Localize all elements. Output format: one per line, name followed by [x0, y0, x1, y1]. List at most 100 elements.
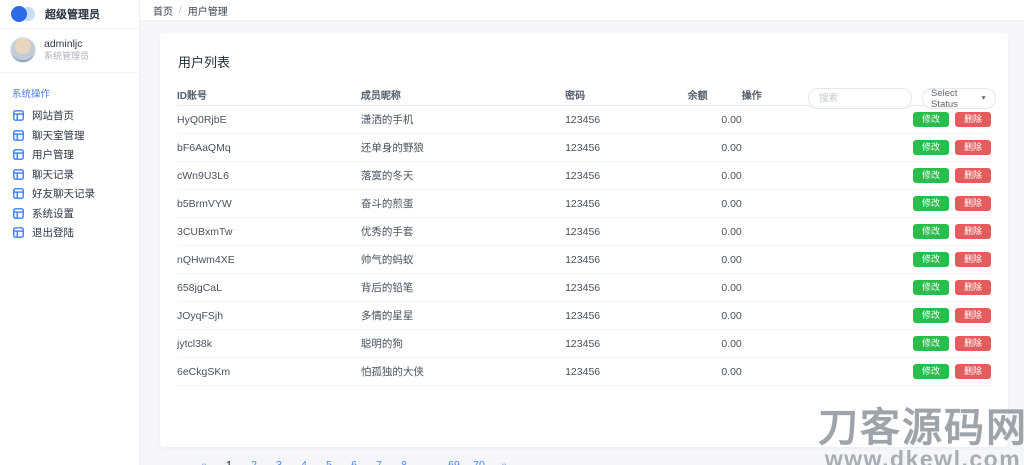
delete-button[interactable]: 删除 [955, 336, 991, 352]
cell-nickname: 落寞的冬天 [361, 162, 565, 190]
cell-password: 123456 [565, 274, 688, 302]
cell-id: 3CUBxmTw [177, 218, 361, 246]
edit-button[interactable]: 修改 [913, 196, 949, 212]
edit-button[interactable]: 修改 [913, 308, 949, 324]
edit-button[interactable]: 修改 [913, 280, 949, 296]
cell-nickname: 潇洒的手机 [361, 106, 565, 134]
delete-button[interactable]: 删除 [955, 112, 991, 128]
table-row: 658jgCaL背后的铅笔1234560.00修改删除 [177, 274, 991, 302]
delete-button[interactable]: 删除 [955, 196, 991, 212]
cell-actions: 修改删除 [742, 302, 991, 330]
cell-nickname: 奋斗的煎蛋 [361, 190, 565, 218]
breadcrumb-home[interactable]: 首页 [153, 3, 173, 18]
page-item-4[interactable]: 4 [293, 457, 315, 465]
cell-password: 123456 [565, 218, 688, 246]
page-item-3[interactable]: 3 [268, 457, 290, 465]
table-row: 6eCkgSKm怕孤独的大侠1234560.00修改删除 [177, 358, 991, 386]
table-row: cWn9U3L6落寞的冬天1234560.00修改删除 [177, 162, 991, 190]
page-item-5[interactable]: 5 [318, 457, 340, 465]
cell-nickname: 聪明的狗 [361, 330, 565, 358]
table-row: b5BrmVYW奋斗的煎蛋1234560.00修改删除 [177, 190, 991, 218]
page-item-2[interactable]: 2 [243, 457, 265, 465]
avatar[interactable] [10, 37, 36, 63]
header-balance: 余额 [688, 83, 742, 106]
cell-id: 658jgCaL [177, 274, 361, 302]
page-item-69[interactable]: 69 [443, 457, 465, 465]
cell-balance: 0.00 [688, 302, 742, 330]
cell-password: 123456 [565, 106, 688, 134]
sidebar-item-好友聊天记录[interactable]: 好友聊天记录 [0, 184, 139, 204]
delete-button[interactable]: 删除 [955, 140, 991, 156]
chevron-down-icon: ▼ [980, 96, 987, 102]
page-item-»[interactable]: » [493, 457, 515, 465]
edit-button[interactable]: 修改 [913, 364, 949, 380]
page-item-…: … [418, 457, 440, 465]
edit-button[interactable]: 修改 [913, 168, 949, 184]
sidebar-item-退出登陆[interactable]: 退出登陆 [0, 223, 139, 243]
page-item-70[interactable]: 70 [468, 457, 490, 465]
user-profile[interactable]: adminljc 系统管理员 [0, 29, 139, 73]
cell-actions: 修改删除 [742, 274, 991, 302]
delete-button[interactable]: 删除 [955, 308, 991, 324]
cell-actions: 修改删除 [742, 106, 991, 134]
status-select[interactable]: Select Status ▼ [922, 88, 996, 109]
delete-button[interactable]: 删除 [955, 280, 991, 296]
cell-id: jytcl38k [177, 330, 361, 358]
cell-nickname: 优秀的手套 [361, 218, 565, 246]
page-item-1[interactable]: 1 [218, 457, 240, 465]
sidebar-item-聊天记录[interactable]: 聊天记录 [0, 165, 139, 185]
edit-button[interactable]: 修改 [913, 252, 949, 268]
cell-balance: 0.00 [688, 330, 742, 358]
cell-nickname: 怕孤独的大侠 [361, 358, 565, 386]
user-role: 系统管理员 [44, 51, 89, 62]
delete-button[interactable]: 删除 [955, 224, 991, 240]
sidebar-item-网站首页[interactable]: 网站首页 [0, 106, 139, 126]
cell-actions: 修改删除 [742, 330, 991, 358]
breadcrumb-separator: / [179, 5, 182, 16]
page-item-7[interactable]: 7 [368, 457, 390, 465]
delete-button[interactable]: 删除 [955, 168, 991, 184]
sidebar-item-label: 系统设置 [32, 206, 74, 221]
cell-id: nQHwm4XE [177, 246, 361, 274]
edit-button[interactable]: 修改 [913, 224, 949, 240]
delete-button[interactable]: 删除 [955, 364, 991, 380]
page-item-8[interactable]: 8 [393, 457, 415, 465]
status-select-value: Select Status [931, 88, 980, 110]
table-row: jytcl38k聪明的狗1234560.00修改删除 [177, 330, 991, 358]
table-toolbar: Select Status ▼ [808, 88, 996, 109]
layout-icon [13, 169, 24, 180]
cell-password: 123456 [565, 246, 688, 274]
layout-icon [13, 130, 24, 141]
layout-icon [13, 227, 24, 238]
delete-button[interactable]: 删除 [955, 252, 991, 268]
page-item-6[interactable]: 6 [343, 457, 365, 465]
cell-balance: 0.00 [688, 246, 742, 274]
pagination: «12345678…6970» [193, 457, 515, 465]
layout-icon [13, 110, 24, 121]
header-id: ID账号 [177, 83, 361, 106]
card-title: 用户列表 [160, 33, 1008, 71]
watermark-url: www.dkewl.com [818, 448, 1024, 465]
cell-password: 123456 [565, 162, 688, 190]
search-input[interactable] [808, 88, 912, 109]
cell-password: 123456 [565, 302, 688, 330]
table-row: nQHwm4XE帅气的蚂蚁1234560.00修改删除 [177, 246, 991, 274]
cell-balance: 0.00 [688, 190, 742, 218]
user-table-body: HyQ0RjbE潇洒的手机1234560.00修改删除bF6AaQMq还单身的野… [177, 106, 991, 386]
sidebar-item-用户管理[interactable]: 用户管理 [0, 145, 139, 165]
sidebar-item-label: 网站首页 [32, 108, 74, 123]
edit-button[interactable]: 修改 [913, 112, 949, 128]
breadcrumb-current: 用户管理 [188, 3, 228, 18]
sidebar-item-系统设置[interactable]: 系统设置 [0, 204, 139, 224]
page-item-«[interactable]: « [193, 457, 215, 465]
cell-balance: 0.00 [688, 274, 742, 302]
sidebar-item-聊天室管理[interactable]: 聊天室管理 [0, 126, 139, 146]
sidebar-menu: 网站首页聊天室管理用户管理聊天记录好友聊天记录系统设置退出登陆 [0, 106, 139, 243]
cell-nickname: 帅气的蚂蚁 [361, 246, 565, 274]
cell-actions: 修改删除 [742, 246, 991, 274]
cell-balance: 0.00 [688, 358, 742, 386]
edit-button[interactable]: 修改 [913, 140, 949, 156]
edit-button[interactable]: 修改 [913, 336, 949, 352]
table-row: HyQ0RjbE潇洒的手机1234560.00修改删除 [177, 106, 991, 134]
cell-id: JOyqFSjh [177, 302, 361, 330]
